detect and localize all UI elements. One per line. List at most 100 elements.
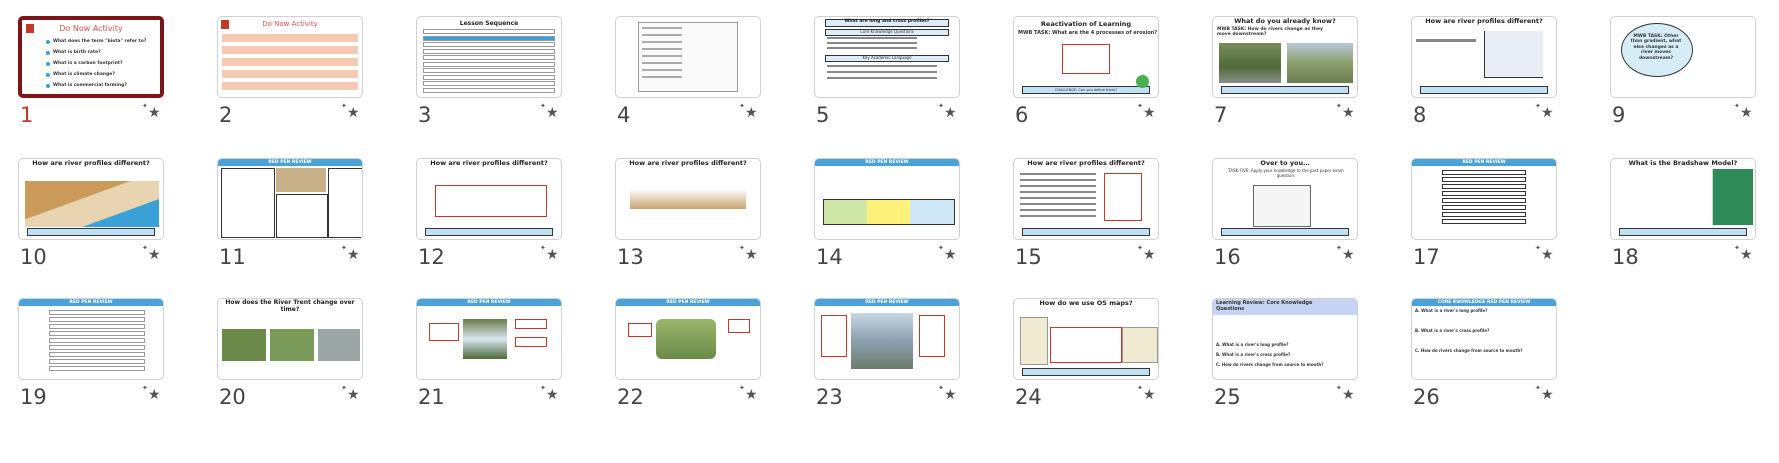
text-line [827, 42, 917, 44]
sequence-row [423, 81, 555, 86]
slide-thumbnail-12[interactable]: How are river profiles different? 12 ★ [416, 158, 564, 268]
star-icon[interactable]: ★ [938, 103, 956, 120]
slide-number: 23 [816, 385, 843, 409]
slide-preview[interactable]: How does the River Trent change over tim… [217, 298, 363, 380]
slide-thumbnail-18[interactable]: What is the Bradshaw Model? 18 ★ [1610, 158, 1758, 268]
slide-thumbnail-3[interactable]: Lesson Sequence 3 ★ [416, 16, 564, 126]
slide-preview[interactable]: RED PEN REVIEW [1411, 158, 1557, 240]
star-icon[interactable]: ★ [739, 103, 757, 120]
star-icon[interactable]: ★ [1535, 245, 1553, 262]
star-icon[interactable]: ★ [1734, 103, 1752, 120]
slide-preview[interactable]: How are river profiles different? [1013, 158, 1159, 240]
star-icon[interactable]: ★ [1734, 245, 1752, 262]
answer-box [1050, 327, 1122, 363]
star-icon[interactable]: ★ [142, 245, 160, 262]
slide-preview[interactable]: Do Now Activity [217, 16, 363, 98]
slide-thumbnail-16[interactable]: Over to you… TASK FIVE: Apply your knowle… [1212, 158, 1360, 268]
slide-thumbnail-7[interactable]: What do you already know? MWB TASK: How d… [1212, 16, 1360, 126]
slide-preview[interactable]: MWB TASK: Other than gradient, what else… [1610, 16, 1756, 98]
slide-thumbnail-13[interactable]: How are river profiles different? 13 ★ [615, 158, 763, 268]
slide-preview[interactable]: How are river profiles different? [1411, 16, 1557, 98]
slide-thumbnail-19[interactable]: RED PEN REVIEW 19 ★ [18, 298, 166, 408]
question-text: B. What is a river's cross profile? [1216, 352, 1291, 357]
star-icon[interactable]: ★ [142, 103, 160, 120]
slide-preview[interactable]: Learning Review: Core Knowledge Question… [1212, 298, 1358, 380]
star-icon[interactable]: ★ [1137, 385, 1155, 402]
cross-section [630, 189, 746, 209]
slide-thumbnail-6[interactable]: Reactivation of Learning MWB TASK: What a… [1013, 16, 1161, 126]
bullet-icon [46, 40, 50, 44]
slide-preview[interactable]: RED PEN REVIEW [615, 298, 761, 380]
star-icon[interactable]: ★ [540, 103, 558, 120]
slide-preview[interactable]: What are long and cross profiles? Core Kn… [814, 16, 960, 98]
profile-diagram [25, 181, 159, 227]
label-box [821, 315, 847, 357]
slide-thumbnail-26[interactable]: CORE KNOWLEDGE RED PEN REVIEW A. What is … [1411, 298, 1559, 408]
slide-title: How are river profiles different? [32, 159, 150, 167]
star-icon[interactable]: ★ [938, 245, 956, 262]
slide-number: 9 [1612, 103, 1626, 127]
star-icon[interactable]: ★ [938, 385, 956, 402]
slide-thumbnail-25[interactable]: Learning Review: Core Knowledge Question… [1212, 298, 1360, 408]
star-icon[interactable]: ★ [1336, 245, 1354, 262]
star-icon[interactable]: ★ [142, 385, 160, 402]
sub-heading: Core Knowledge Questions [825, 29, 949, 36]
slide-thumbnail-9[interactable]: MWB TASK: Other than gradient, what else… [1610, 16, 1758, 126]
slide-preview[interactable]: Lesson Sequence [416, 16, 562, 98]
slide-preview[interactable]: RED PEN REVIEW [814, 298, 960, 380]
star-icon[interactable]: ★ [341, 245, 359, 262]
slide-thumbnail-11[interactable]: RED PEN REVIEW 11 ★ [217, 158, 365, 268]
slide-number: 12 [418, 245, 445, 269]
slide-preview[interactable] [615, 16, 761, 98]
star-icon[interactable]: ★ [1336, 103, 1354, 120]
bradshaw-diagram [1695, 169, 1753, 225]
slide-number: 4 [617, 103, 631, 127]
slide-preview[interactable]: RED PEN REVIEW [814, 158, 960, 240]
slide-preview[interactable]: How are river profiles different? [18, 158, 164, 240]
slide-thumbnail-4[interactable]: 4★ [615, 16, 763, 126]
photo [270, 329, 314, 361]
star-icon[interactable]: ★ [1535, 103, 1553, 120]
slide-preview[interactable]: What do you already know? MWB TASK: How d… [1212, 16, 1358, 98]
slide-thumbnail-20[interactable]: How does the River Trent change over tim… [217, 298, 365, 408]
slide-preview[interactable]: What is the Bradshaw Model? [1610, 158, 1756, 240]
slide-preview[interactable]: RED PEN REVIEW [18, 298, 164, 380]
star-icon[interactable]: ★ [540, 245, 558, 262]
slide-thumbnail-14[interactable]: RED PEN REVIEW 14 ★ [814, 158, 962, 268]
star-icon[interactable]: ★ [1137, 245, 1155, 262]
diagram [276, 168, 326, 192]
slide-preview[interactable]: RED PEN REVIEW [416, 298, 562, 380]
slide-number: 15 [1015, 245, 1042, 269]
slide-preview[interactable]: How do we use OS maps? [1013, 298, 1159, 380]
slide-thumbnail-23[interactable]: RED PEN REVIEW 23 ★ [814, 298, 962, 408]
star-icon[interactable]: ★ [739, 245, 757, 262]
slide-thumbnail-8[interactable]: How are river profiles different? 8 ★ [1411, 16, 1559, 126]
question-text: A. What is a river's long profile? [1216, 342, 1289, 347]
slide-thumbnail-22[interactable]: RED PEN REVIEW 22 ★ [615, 298, 763, 408]
slide-thumbnail-5[interactable]: What are long and cross profiles? Core Kn… [814, 16, 962, 126]
slide-thumbnail-24[interactable]: How do we use OS maps? 24 ★ [1013, 298, 1161, 408]
slide-preview[interactable]: How are river profiles different? [416, 158, 562, 240]
slide-preview[interactable]: CORE KNOWLEDGE RED PEN REVIEW A. What is … [1411, 298, 1557, 380]
slide-thumbnail-2[interactable]: Do Now Activity 2 ★ [217, 16, 365, 126]
star-icon[interactable]: ★ [1336, 385, 1354, 402]
star-icon[interactable]: ★ [540, 385, 558, 402]
slide-title: Learning Review: Core Knowledge Question… [1216, 300, 1313, 312]
star-icon[interactable]: ★ [341, 103, 359, 120]
waterfall-photo [463, 319, 507, 359]
slide-preview[interactable]: Over to you… TASK FIVE: Apply your knowle… [1212, 158, 1358, 240]
star-icon[interactable]: ★ [341, 385, 359, 402]
star-icon[interactable]: ★ [1535, 385, 1553, 402]
slide-preview[interactable]: Reactivation of Learning MWB TASK: What a… [1013, 16, 1159, 98]
slide-thumbnail-10[interactable]: How are river profiles different? 10 ★ [18, 158, 166, 268]
slide-thumbnail-17[interactable]: RED PEN REVIEW 17 ★ [1411, 158, 1559, 268]
slide-preview[interactable]: How are river profiles different? [615, 158, 761, 240]
slide-preview[interactable]: Do Now Activity What does the term "biota… [18, 16, 164, 98]
slide-thumbnail-1[interactable]: Do Now Activity What does the term "biota… [18, 16, 166, 126]
star-icon[interactable]: ★ [739, 385, 757, 402]
slide-thumbnail-15[interactable]: How are river profiles different? 15 ★ [1013, 158, 1161, 268]
label-box [728, 319, 750, 333]
slide-thumbnail-21[interactable]: RED PEN REVIEW 21 ★ [416, 298, 564, 408]
slide-preview[interactable]: RED PEN REVIEW [217, 158, 363, 240]
star-icon[interactable]: ★ [1137, 103, 1155, 120]
